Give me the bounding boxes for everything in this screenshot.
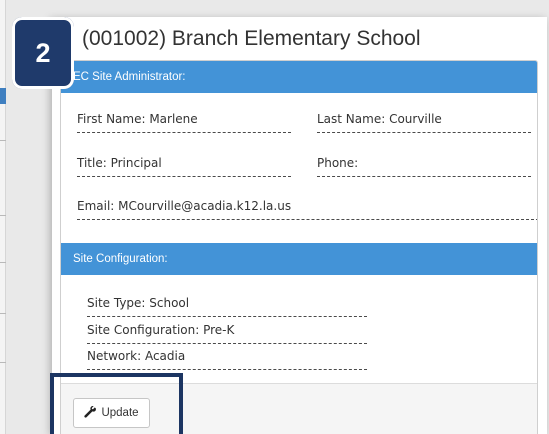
background-list-edge: [0, 0, 6, 434]
step-number-badge: 2: [12, 17, 74, 89]
background-list-divider: [0, 140, 6, 141]
background-list-highlight: [0, 88, 6, 104]
background-list-divider: [0, 262, 6, 263]
update-highlight-box: [50, 373, 183, 434]
phone-field: Phone:: [317, 156, 531, 177]
background-list-divider: [0, 313, 6, 314]
site-configuration-field: Site Configuration: Pre-K: [87, 323, 367, 344]
title-field: Title: Principal: [77, 156, 291, 177]
background-list-divider: [0, 215, 6, 216]
config-panel-heading: Site Configuration:: [61, 243, 537, 275]
first-name-field: First Name: Marlene: [77, 112, 291, 133]
email-field: Email: MCourville@acadia.k12.la.us: [77, 199, 537, 220]
dialog-title: (001002) Branch Elementary School: [82, 27, 421, 50]
admin-panel-heading: EC Site Administrator:: [61, 61, 537, 93]
site-details-dialog: (001002) Branch Elementary School EC Sit…: [52, 17, 547, 434]
network-field: Network: Acadia: [87, 349, 367, 370]
last-name-field: Last Name: Courville: [317, 112, 531, 133]
background-list-divider: [0, 362, 6, 363]
site-type-field: Site Type: School: [87, 296, 367, 317]
